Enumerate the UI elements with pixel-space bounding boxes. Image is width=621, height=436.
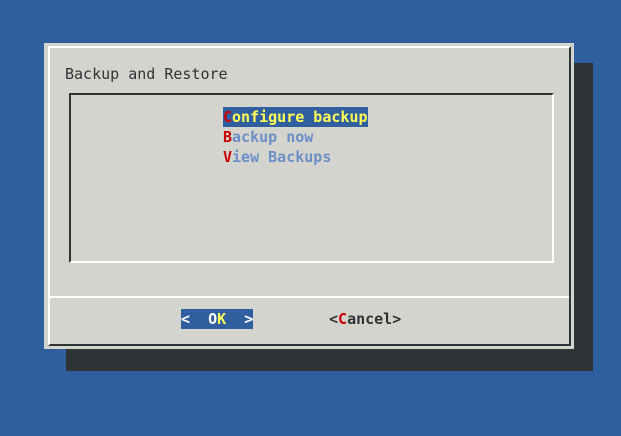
button-divider (50, 296, 569, 298)
cancel-right-bracket: > (392, 310, 402, 328)
hotkey-letter: K (217, 310, 227, 328)
hotkey-letter: C (338, 310, 348, 328)
menu-item-view-backups[interactable]: View Backups (223, 147, 368, 167)
menu-listbox: Configure backup Backup now View Backups (69, 93, 554, 263)
menu-item-label: ackup now (232, 128, 314, 146)
menu-items: Configure backup Backup now View Backups (223, 107, 368, 167)
hotkey-letter: C (223, 108, 233, 126)
dialog-title: Backup and Restore (65, 65, 228, 83)
hotkey-letter: B (223, 128, 233, 146)
ok-right-bracket: > (226, 310, 254, 328)
menu-item-configure-backup[interactable]: Configure backup (223, 107, 368, 127)
cancel-left-bracket: < (329, 310, 339, 328)
menu-item-label: iew Backups (232, 148, 332, 166)
menu-item-backup-now[interactable]: Backup now (223, 127, 368, 147)
cancel-button[interactable]: <Cancel> (329, 309, 401, 329)
menu-item-label: onfigure backup (232, 108, 368, 126)
ok-button[interactable]: < OK > (181, 309, 254, 329)
hotkey-letter: V (223, 148, 233, 166)
menu-row: Configure backup (223, 107, 368, 127)
ok-label-start: O (208, 310, 218, 328)
ok-left-bracket: < (181, 310, 209, 328)
backup-restore-dialog: Backup and Restore Configure backup Back… (44, 43, 574, 349)
cancel-label-rest: ancel (347, 310, 393, 328)
